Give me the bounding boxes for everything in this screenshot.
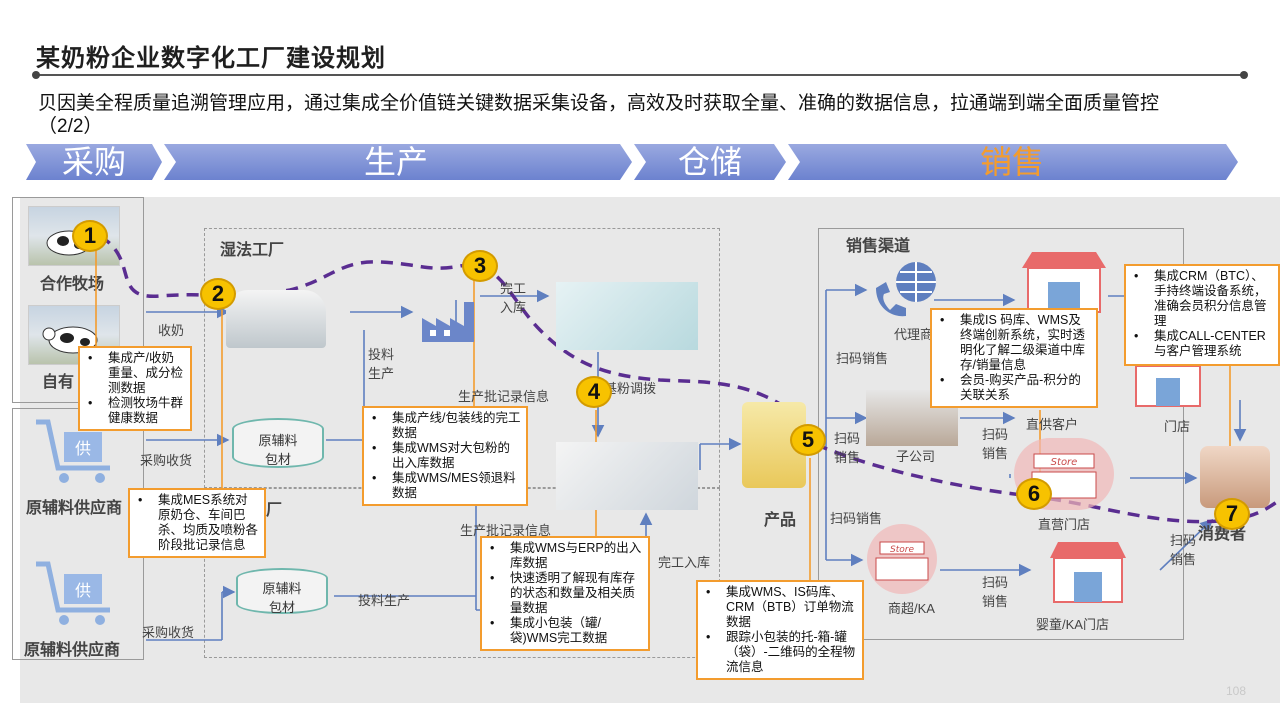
scan-sale-label: 扫码销售 <box>836 351 889 366</box>
store-label: 门店 <box>1164 419 1191 434</box>
store-icon <box>1022 252 1106 313</box>
scan-sale-label: 扫码销售 <box>830 511 883 526</box>
step-badge-1: 1 <box>72 220 108 252</box>
step-badge-5: 5 <box>790 424 826 456</box>
page-number: 108 <box>1226 684 1247 698</box>
raw-material-tank-2: 原辅料 包材 <box>236 568 328 615</box>
svg-text:Store: Store <box>1051 457 1078 468</box>
callout-4: 集成WMS与ERP的出入库数据快速透明了解现有库存的状态和数量及相关质量数据集成… <box>480 536 650 651</box>
agent-label: 代理商 <box>894 327 934 342</box>
purchase-receive-label-1: 采购收货 <box>140 453 193 468</box>
purchase-receive-label-2: 采购收货 <box>142 625 195 640</box>
product-label: 产品 <box>764 512 797 529</box>
subsidiary-label: 子公司 <box>896 449 936 464</box>
feed-production-label-1: 投料 生产 <box>368 347 395 381</box>
batch-record-label-1: 生产批记录信息 <box>458 389 550 404</box>
callout-3: 集成产线/包装线的完工数据集成WMS对大包粉的出入库数据集成WMS/MES领退料… <box>362 406 528 506</box>
supermarket-icon: Store <box>867 524 937 594</box>
milk-tanker-image <box>226 290 326 348</box>
factory-icon <box>422 302 474 342</box>
warehouse-shelves-image <box>556 442 698 510</box>
raw-material-tank-1: 原辅料 包材 <box>232 418 324 468</box>
baby-store-label: 婴童/KA门店 <box>1036 617 1109 632</box>
scan-sale-label: 扫码销售 <box>1170 533 1197 567</box>
finish-warehouse-label-2: 完工入库 <box>658 555 711 570</box>
direct-store-label: 直营门店 <box>1038 517 1091 532</box>
bulk-powder-bags-image <box>556 282 698 350</box>
scan-sale-label: 扫码销售 <box>982 427 1009 461</box>
svg-text:Store: Store <box>890 545 914 555</box>
step-badge-2: 2 <box>200 278 236 310</box>
direct-customer-label: 直供客户 <box>1026 417 1079 432</box>
supermarket-label: 商超/KA <box>888 601 935 616</box>
step-badge-3: 3 <box>462 250 498 282</box>
step-badge-4: 4 <box>576 376 612 408</box>
step-badge-6: 6 <box>1016 478 1052 510</box>
feed-production-label-2: 投料生产 <box>358 593 411 608</box>
callout-6: 集成IS 码库、WMS及终端创新系统，实时透明化了解二级渠道中库存/销量信息会员… <box>930 308 1098 408</box>
callout-5: 集成WMS、IS码库、CRM（BTB）订单物流数据跟踪小包装的托-箱-罐（袋）-… <box>696 580 864 680</box>
finish-warehouse-label-1: 完工 入库 <box>500 281 527 315</box>
scan-sale-label: 扫码销售 <box>834 431 861 465</box>
step-badge-7: 7 <box>1214 498 1250 530</box>
baby-store-icon <box>1050 542 1126 603</box>
collect-milk-label: 收奶 <box>158 323 185 338</box>
callout-7: 集成CRM（BTC）、手持终端设备系统，准确会员积分信息管理集成CALL-CEN… <box>1124 264 1280 366</box>
callout-2: 集成MES系统对原奶仓、车间巴杀、均质及喷粉各阶段批记录信息 <box>128 488 266 558</box>
scan-sale-label: 扫码销售 <box>982 575 1009 609</box>
callout-1: 集成产/收奶重量、成分检测数据检测牧场牛群健康数据 <box>78 346 192 431</box>
